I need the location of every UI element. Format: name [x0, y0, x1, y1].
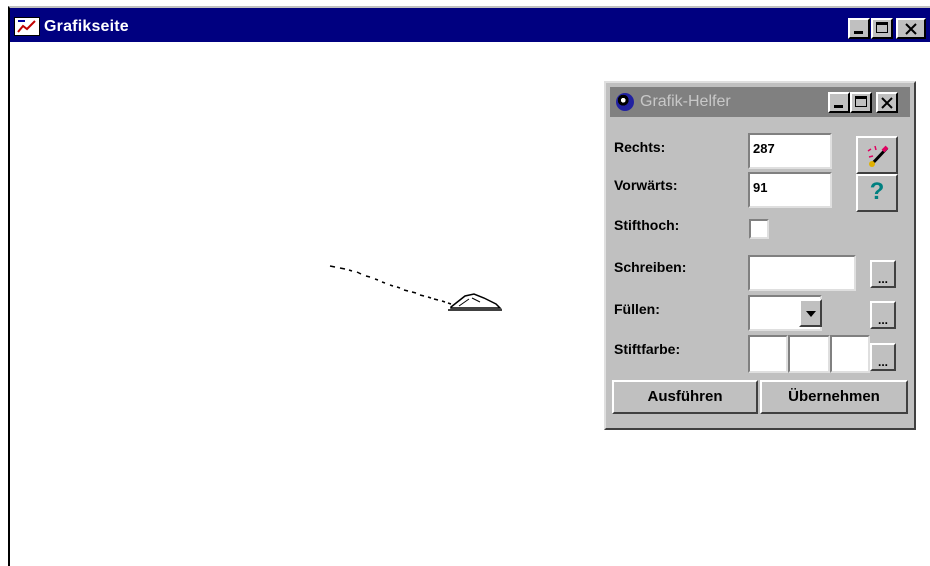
helper-titlebar[interactable]: Grafik-Helfer [610, 87, 910, 117]
ellipsis-icon: ... [877, 355, 888, 369]
fuellen-label: Füllen: [614, 301, 660, 317]
vorwaerts-input[interactable]: 91 [748, 172, 832, 208]
stiftfarbe-red-input[interactable] [748, 335, 788, 373]
fuellen-browse-button[interactable]: ... [870, 301, 896, 329]
uebernehmen-button[interactable]: Übernehmen [760, 380, 908, 414]
stiftfarbe-blue-input[interactable] [830, 335, 870, 373]
minimize-icon [854, 31, 863, 34]
helper-minimize-button[interactable] [828, 92, 850, 113]
ellipsis-icon: ... [877, 313, 888, 327]
globe-icon [616, 93, 634, 111]
close-icon [881, 97, 893, 109]
chevron-down-icon [806, 311, 816, 317]
helper-title: Grafik-Helfer [640, 93, 731, 110]
helper-maximize-button[interactable] [850, 92, 872, 113]
rechts-input[interactable]: 287 [748, 133, 832, 169]
help-icon: ? [869, 178, 885, 205]
vorwaerts-label: Vorwärts: [614, 177, 678, 193]
stiftfarbe-green-input[interactable] [788, 335, 830, 373]
pen-icon [867, 145, 889, 167]
minimize-button[interactable] [848, 18, 870, 39]
helper-close-button[interactable] [876, 92, 898, 113]
stifthoch-checkbox[interactable] [749, 219, 769, 239]
close-button[interactable] [896, 18, 926, 39]
minimize-icon [834, 105, 843, 108]
turtle-icon [448, 293, 502, 311]
schreiben-label: Schreiben: [614, 259, 687, 275]
pen-tool-button[interactable] [856, 136, 898, 174]
help-button[interactable]: ? [856, 174, 898, 212]
ausfuehren-button[interactable]: Ausführen [612, 380, 758, 414]
close-icon [905, 23, 917, 35]
stiftfarbe-label: Stiftfarbe: [614, 341, 681, 357]
maximize-button[interactable] [871, 18, 893, 39]
stiftfarbe-browse-button[interactable]: ... [870, 343, 896, 371]
fuellen-dropdown-button[interactable] [799, 299, 822, 327]
maximize-icon [876, 22, 888, 33]
schreiben-browse-button[interactable]: ... [870, 260, 896, 288]
stifthoch-label: Stifthoch: [614, 217, 680, 233]
rechts-label: Rechts: [614, 139, 666, 155]
window-titlebar[interactable]: Grafikseite [10, 8, 930, 42]
window-title: Grafikseite [44, 18, 129, 35]
maximize-icon [855, 96, 867, 107]
graphics-page-icon [14, 17, 40, 36]
ellipsis-icon: ... [877, 272, 888, 286]
graphics-helper-dialog: Grafik-Helfer Rechts: 287 Vorwärts: 91 ?… [604, 81, 916, 430]
schreiben-input[interactable] [748, 255, 856, 291]
